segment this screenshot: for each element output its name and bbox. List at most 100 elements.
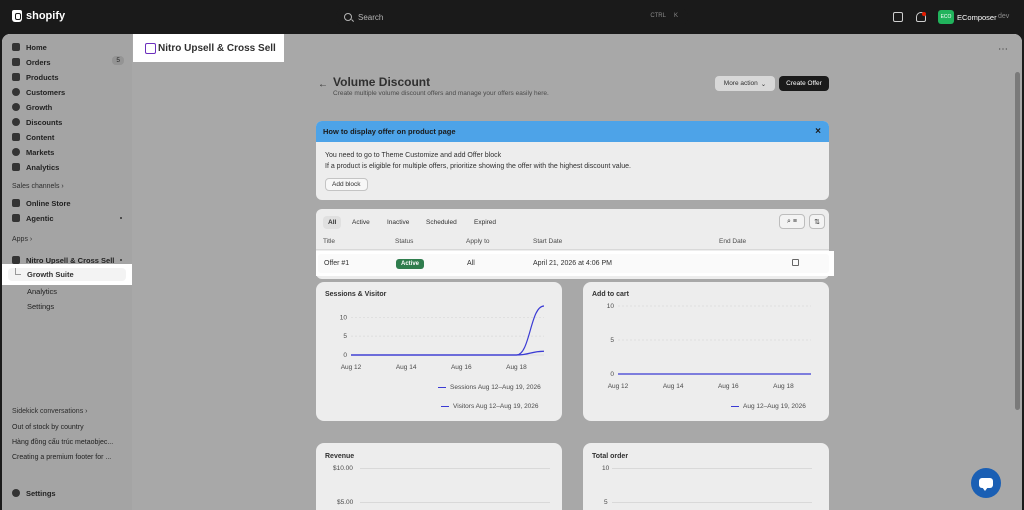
y-tick-label: 0 xyxy=(343,352,347,359)
content-icon xyxy=(12,133,20,141)
store-icon xyxy=(12,199,20,207)
y-tick-label: 10 xyxy=(340,314,348,321)
legend-swatch xyxy=(438,386,446,389)
info-banner: How to display offer on product page × Y… xyxy=(316,121,829,200)
banner-title: How to display offer on product page xyxy=(323,127,456,136)
store-env: dev xyxy=(998,13,1010,20)
shopify-logo[interactable]: shopify xyxy=(12,10,65,22)
sidebar-item-customers[interactable]: Customers xyxy=(12,86,124,98)
sidebar-item-label: Content xyxy=(26,132,55,142)
sidekick-item[interactable]: Hàng đồng cấu trúc metaobjec... xyxy=(12,439,113,446)
legend-label: Visitors Aug 12–Aug 19, 2026 xyxy=(453,403,539,410)
tag-icon xyxy=(12,73,20,81)
chat-button[interactable] xyxy=(971,468,1001,498)
sidebar-item-discounts[interactable]: Discounts xyxy=(12,116,124,128)
notification-dot xyxy=(922,12,926,16)
store-avatar[interactable]: ECO xyxy=(938,10,954,24)
tab-all[interactable]: All xyxy=(323,216,342,229)
cart-legend: Aug 12–Aug 19, 2026 xyxy=(731,403,806,410)
search-input[interactable]: Search CTRL K xyxy=(336,8,688,26)
sidebar-item-analytics[interactable]: Analytics xyxy=(12,161,124,173)
legend-swatch xyxy=(731,405,739,408)
series-line xyxy=(351,350,545,356)
tab-expired[interactable]: Expired xyxy=(469,216,501,229)
cell-start-date: April 21, 2026 at 4:06 PM xyxy=(533,260,612,267)
sidebar-sub-settings[interactable]: Settings xyxy=(27,302,54,311)
apps-heading[interactable]: Apps › xyxy=(12,236,32,243)
sidebar-item-label: Home xyxy=(26,42,47,52)
sidebar-item-markets[interactable]: Markets xyxy=(12,146,124,158)
sidebar-item-online-store[interactable]: Online Store xyxy=(12,197,124,209)
column-header-start-date[interactable]: Start Date xyxy=(533,238,562,245)
sidebar-item-growth[interactable]: Growth xyxy=(12,101,124,113)
store-name[interactable]: EComposer xyxy=(957,13,997,22)
cart-chart: 10 5 0 Aug 12 Aug 14 Aug 16 Aug 18 xyxy=(607,303,811,390)
sidebar-item-label: Customers xyxy=(26,87,66,97)
search-icon: ⌕ xyxy=(786,217,791,225)
search-shortcut: CTRL K xyxy=(650,13,678,19)
y-tick-label: 5 xyxy=(343,333,347,340)
search-filter-button[interactable]: ⌕ ≡ xyxy=(779,214,805,229)
gridline xyxy=(360,502,550,503)
y-tick-label: 0 xyxy=(610,371,614,378)
app-title: Nitro Upsell & Cross Sell xyxy=(158,43,276,54)
banner-line-1: You need to go to Theme Customize and ad… xyxy=(325,152,502,159)
filter-icon: ≡ xyxy=(792,218,797,225)
sidebar-sub-growth-suite-label: Growth Suite xyxy=(27,270,74,279)
gridline xyxy=(360,468,550,469)
sidekick-label: Sidekick conversations xyxy=(12,408,84,415)
sidekick-item[interactable]: Creating a premium footer for ... xyxy=(12,454,111,461)
apps-label: Apps xyxy=(12,236,28,243)
legend-label: Aug 12–Aug 19, 2026 xyxy=(743,403,806,410)
sidebar-item-settings[interactable]: Settings xyxy=(12,487,124,499)
tab-scheduled[interactable]: Scheduled xyxy=(421,216,462,229)
gridline xyxy=(612,468,812,469)
brand-name: shopify xyxy=(26,10,66,22)
growth-icon xyxy=(12,103,20,111)
person-icon xyxy=(12,88,20,96)
column-header-apply-to[interactable]: Apply to xyxy=(466,238,490,245)
sessions-legend: Sessions Aug 12–Aug 19, 2026 xyxy=(438,384,541,391)
orders-count-badge: 5 xyxy=(112,56,124,65)
legend-label: Sessions Aug 12–Aug 19, 2026 xyxy=(450,384,541,391)
duplicate-icon[interactable] xyxy=(792,259,799,266)
shortcut-key: K xyxy=(673,13,678,19)
more-options-icon[interactable]: ⋯ xyxy=(998,44,1009,55)
agentic-icon xyxy=(12,214,20,222)
back-arrow-icon[interactable]: ← xyxy=(318,79,328,90)
x-tick-label: Aug 14 xyxy=(663,383,684,390)
add-block-button[interactable]: Add block xyxy=(325,178,368,191)
column-header-title[interactable]: Title xyxy=(323,238,335,245)
column-header-end-date[interactable]: End Date xyxy=(719,238,746,245)
table-header-divider xyxy=(316,249,829,250)
sidebar-item-orders[interactable]: Orders 5 xyxy=(12,56,124,68)
sidebar-item-label: Online Store xyxy=(26,198,71,208)
sidekick-heading[interactable]: Sidekick conversations › xyxy=(12,408,87,415)
sidebar-item-products[interactable]: Products xyxy=(12,71,124,83)
sort-icon: ⇅ xyxy=(814,218,820,226)
sidebar-item-content[interactable]: Content xyxy=(12,131,124,143)
close-icon[interactable]: × xyxy=(815,126,821,137)
create-offer-button[interactable]: Create Offer xyxy=(779,76,829,91)
column-header-status[interactable]: Status xyxy=(395,238,413,245)
app-logo-icon xyxy=(145,43,156,54)
x-tick-label: Aug 18 xyxy=(773,383,794,390)
sidebar-item-home[interactable]: Home xyxy=(12,41,124,53)
tab-inactive[interactable]: Inactive xyxy=(382,216,414,229)
scrollbar[interactable] xyxy=(1015,72,1020,410)
inbox-icon[interactable] xyxy=(893,12,903,22)
orders-icon xyxy=(12,58,20,66)
sidebar-sub-analytics[interactable]: Analytics xyxy=(27,287,57,296)
sort-button[interactable]: ⇅ xyxy=(809,214,825,229)
sidebar-item-label: Agentic xyxy=(26,213,54,223)
cell-title[interactable]: Offer #1 xyxy=(324,260,349,267)
sidekick-item[interactable]: Out of stock by country xyxy=(12,424,84,431)
tab-active[interactable]: Active xyxy=(347,216,375,229)
x-tick-label: Aug 18 xyxy=(506,364,527,371)
y-tick-label: 5 xyxy=(610,337,614,344)
sidebar-item-label: Products xyxy=(26,72,59,82)
sales-channels-heading[interactable]: Sales channels › xyxy=(12,183,64,190)
sidebar-item-agentic[interactable]: Agentic xyxy=(12,212,124,224)
sidebar-item-label: Settings xyxy=(26,488,56,498)
more-action-button[interactable]: More action ⌄ xyxy=(715,76,775,91)
